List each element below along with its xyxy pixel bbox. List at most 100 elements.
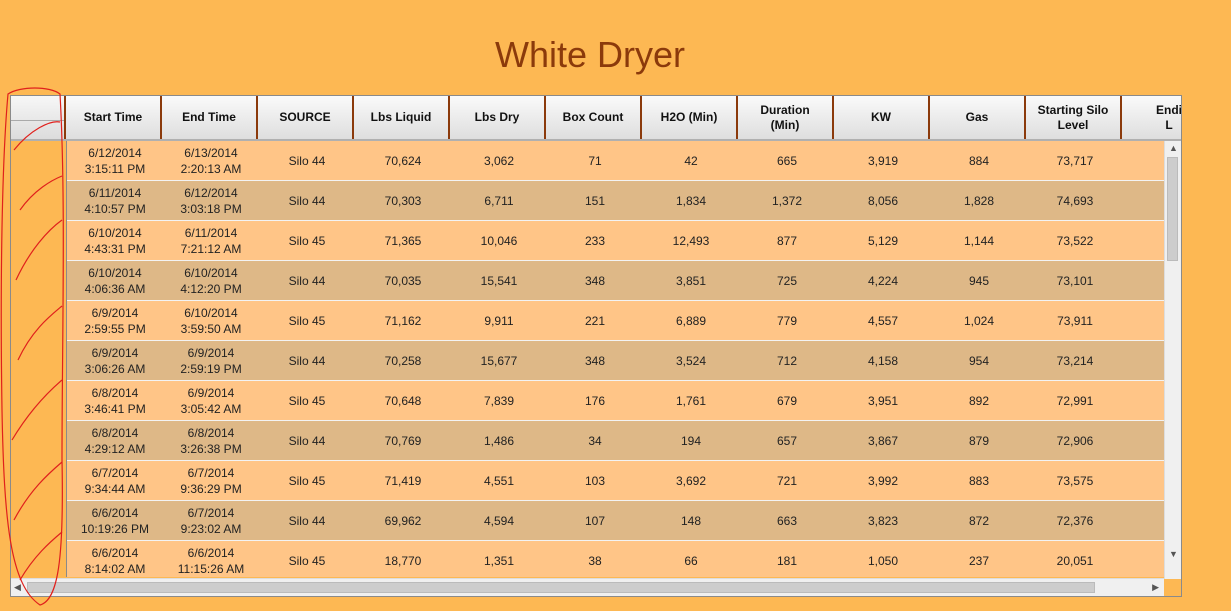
scroll-right-icon[interactable]: ▶ bbox=[1152, 582, 1159, 592]
table-cell[interactable]: 42 bbox=[643, 141, 739, 180]
table-cell[interactable]: 779 bbox=[739, 301, 835, 340]
table-cell[interactable]: 72,906 bbox=[1027, 421, 1123, 460]
table-cell[interactable]: 3,992 bbox=[835, 461, 931, 500]
table-cell[interactable]: 70,648 bbox=[355, 381, 451, 420]
table-cell[interactable]: 73,575 bbox=[1027, 461, 1123, 500]
table-cell[interactable]: 71,162 bbox=[355, 301, 451, 340]
table-cell[interactable]: 6/11/2014 7:21:12 AM bbox=[163, 221, 259, 260]
table-cell[interactable]: 34 bbox=[547, 421, 643, 460]
table-cell[interactable]: 1,834 bbox=[643, 181, 739, 220]
table-cell[interactable]: 5,129 bbox=[835, 221, 931, 260]
table-cell[interactable]: Silo 45 bbox=[259, 221, 355, 260]
table-cell[interactable]: 6/8/2014 3:26:38 PM bbox=[163, 421, 259, 460]
table-cell[interactable] bbox=[1123, 141, 1164, 180]
table-cell[interactable]: 10,046 bbox=[451, 221, 547, 260]
table-cell[interactable]: 945 bbox=[931, 261, 1027, 300]
table-cell[interactable]: 3,851 bbox=[643, 261, 739, 300]
table-cell[interactable]: 6,711 bbox=[451, 181, 547, 220]
table-cell[interactable]: 194 bbox=[643, 421, 739, 460]
table-cell[interactable]: 73 bbox=[1123, 181, 1164, 220]
select-all-corner[interactable] bbox=[11, 96, 66, 139]
table-cell[interactable]: 4,594 bbox=[451, 501, 547, 540]
table-cell[interactable]: Silo 45 bbox=[259, 381, 355, 420]
row-header-column[interactable] bbox=[11, 141, 67, 577]
table-cell[interactable]: 20,051 bbox=[1027, 541, 1123, 577]
table-cell[interactable]: 4,551 bbox=[451, 461, 547, 500]
table-cell[interactable]: 6/6/2014 8:14:02 AM bbox=[67, 541, 163, 577]
column-header[interactable]: Lbs Liquid bbox=[354, 96, 450, 139]
table-cell[interactable] bbox=[1123, 381, 1164, 420]
table-cell[interactable]: 6,889 bbox=[643, 301, 739, 340]
scroll-up-icon[interactable]: ▲ bbox=[1169, 143, 1178, 153]
table-cell[interactable]: Silo 44 bbox=[259, 141, 355, 180]
column-header[interactable]: KW bbox=[834, 96, 930, 139]
table-row[interactable]: 6/10/2014 4:43:31 PM 6/11/2014 7:21:12 AM… bbox=[67, 221, 1164, 261]
table-cell[interactable]: 725 bbox=[739, 261, 835, 300]
table-cell[interactable]: 6/6/2014 11:15:26 AM bbox=[163, 541, 259, 577]
table-cell[interactable]: 663 bbox=[739, 501, 835, 540]
table-row[interactable]: 6/8/2014 4:29:12 AM 6/8/2014 3:26:38 PM Si… bbox=[67, 421, 1164, 461]
table-row[interactable]: 6/8/2014 3:46:41 PM 6/9/2014 3:05:42 AM Si… bbox=[67, 381, 1164, 421]
table-cell[interactable]: 712 bbox=[739, 341, 835, 380]
table-cell[interactable]: 6/10/2014 4:12:20 PM bbox=[163, 261, 259, 300]
table-cell[interactable]: 74,693 bbox=[1027, 181, 1123, 220]
column-header[interactable]: Lbs Dry bbox=[450, 96, 546, 139]
table-cell[interactable]: 6/12/2014 3:03:18 PM bbox=[163, 181, 259, 220]
table-cell[interactable]: 107 bbox=[547, 501, 643, 540]
table-cell[interactable]: 1,351 bbox=[451, 541, 547, 577]
table-cell[interactable]: 665 bbox=[739, 141, 835, 180]
table-cell[interactable]: 679 bbox=[739, 381, 835, 420]
table-cell[interactable]: 148 bbox=[643, 501, 739, 540]
table-cell[interactable]: 3,919 bbox=[835, 141, 931, 180]
table-cell[interactable]: 6/12/2014 3:15:11 PM bbox=[67, 141, 163, 180]
horizontal-scroll-thumb[interactable] bbox=[27, 582, 1095, 593]
table-cell[interactable]: 1,372 bbox=[739, 181, 835, 220]
table-cell[interactable]: 657 bbox=[739, 421, 835, 460]
table-cell[interactable]: 6/7/2014 9:34:44 AM bbox=[67, 461, 163, 500]
table-cell[interactable]: 1,761 bbox=[643, 381, 739, 420]
table-cell[interactable]: 1,144 bbox=[931, 221, 1027, 260]
table-cell[interactable]: 176 bbox=[547, 381, 643, 420]
scroll-left-icon[interactable]: ◀ bbox=[14, 582, 21, 592]
data-grid[interactable]: Start Time End Time SOURCE Lbs Liquid Lbs Dr… bbox=[10, 95, 1182, 597]
table-row[interactable]: 6/12/2014 3:15:11 PM 6/13/2014 2:20:13 AM… bbox=[67, 141, 1164, 181]
column-header[interactable]: H2O (Min) bbox=[642, 96, 738, 139]
table-row[interactable]: 6/9/2014 2:59:55 PM 6/10/2014 3:59:50 AM S… bbox=[67, 301, 1164, 341]
table-row[interactable]: 6/6/2014 10:19:26 PM 6/7/2014 9:23:02 AM S… bbox=[67, 501, 1164, 541]
table-cell[interactable]: 348 bbox=[547, 261, 643, 300]
table-cell[interactable]: 892 bbox=[931, 381, 1027, 420]
table-cell[interactable]: 73,522 bbox=[1027, 221, 1123, 260]
table-cell[interactable]: 1,050 bbox=[835, 541, 931, 577]
vertical-scroll-thumb[interactable] bbox=[1167, 157, 1178, 261]
table-cell[interactable]: 6/7/2014 9:36:29 PM bbox=[163, 461, 259, 500]
column-header[interactable]: Endi L bbox=[1122, 96, 1181, 139]
table-cell[interactable]: 15,541 bbox=[451, 261, 547, 300]
table-cell[interactable]: 73,911 bbox=[1027, 301, 1123, 340]
table-cell[interactable]: 66 bbox=[643, 541, 739, 577]
table-cell[interactable]: Silo 44 bbox=[259, 261, 355, 300]
table-cell[interactable]: 954 bbox=[931, 341, 1027, 380]
table-cell[interactable]: 3,692 bbox=[643, 461, 739, 500]
table-cell[interactable]: 1,486 bbox=[451, 421, 547, 460]
table-cell[interactable]: Silo 44 bbox=[259, 501, 355, 540]
table-cell[interactable]: 73,101 bbox=[1027, 261, 1123, 300]
table-cell[interactable]: Silo 44 bbox=[259, 341, 355, 380]
table-cell[interactable]: 181 bbox=[739, 541, 835, 577]
table-cell[interactable]: 3,524 bbox=[643, 341, 739, 380]
table-cell[interactable]: 6/6/2014 10:19:26 PM bbox=[67, 501, 163, 540]
horizontal-scrollbar[interactable]: ◀ ▶ bbox=[11, 578, 1164, 596]
table-cell[interactable]: 9,911 bbox=[451, 301, 547, 340]
column-header[interactable]: Start Time bbox=[66, 96, 162, 139]
table-cell[interactable]: 1,024 bbox=[931, 301, 1027, 340]
table-cell[interactable] bbox=[1123, 461, 1164, 500]
table-cell[interactable] bbox=[1123, 421, 1164, 460]
table-cell[interactable]: Silo 45 bbox=[259, 301, 355, 340]
table-cell[interactable]: 879 bbox=[931, 421, 1027, 460]
table-cell[interactable] bbox=[1123, 501, 1164, 540]
table-cell[interactable]: 6/9/2014 3:05:42 AM bbox=[163, 381, 259, 420]
column-header[interactable]: SOURCE bbox=[258, 96, 354, 139]
table-cell[interactable]: 15,677 bbox=[451, 341, 547, 380]
table-cell[interactable]: 3,951 bbox=[835, 381, 931, 420]
table-cell[interactable]: 6/11/2014 4:10:57 PM bbox=[67, 181, 163, 220]
table-cell[interactable]: 221 bbox=[547, 301, 643, 340]
